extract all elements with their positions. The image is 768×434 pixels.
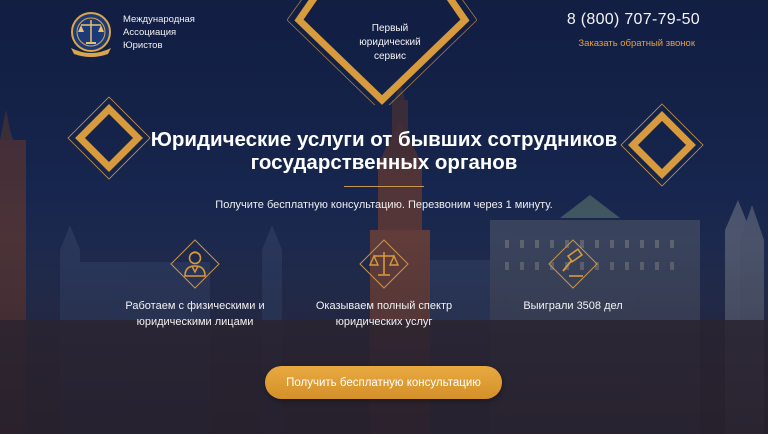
feature-label-line: юридическими лицами (136, 316, 254, 328)
free-consultation-button[interactable]: Получить бесплатную консультацию (265, 366, 502, 399)
badge-line: Первый (371, 23, 409, 34)
organization-name-line: Юристов (123, 40, 163, 51)
lawyer-icon (170, 239, 220, 289)
organization-name-line: Международная (123, 14, 195, 25)
callback-link[interactable]: Заказать обратный звонок (578, 38, 695, 49)
feature-label-line: Работаем с физическими и (125, 300, 265, 312)
phone-number[interactable]: 8 (800) 707-79-50 (567, 11, 700, 29)
feature-label: Оказываем полный спектр юридических услу… (289, 298, 479, 330)
hero-subtitle: Получите бесплатную консультацию. Перезв… (215, 199, 553, 211)
title-divider (344, 186, 424, 187)
scales-emblem-icon[interactable] (66, 10, 116, 58)
hero-title: Юридические услуги от бывших сотрудников… (120, 128, 648, 174)
gavel-icon (548, 239, 598, 289)
feature-label: Работаем с физическими и юридическими ли… (100, 298, 290, 330)
scales-icon (359, 239, 409, 289)
feature-label-line: Оказываем полный спектр (315, 300, 453, 312)
feature-label-line: Выиграли 3508 дел (523, 300, 623, 312)
feature-services: Оказываем полный спектр юридических услу… (289, 238, 479, 330)
badge-text: Первый юридический сервис (340, 22, 440, 64)
hero-title-line: государственных органов (250, 151, 518, 174)
hero-title-line: Юридические услуги от бывших сотрудников (150, 128, 618, 151)
feature-label: Выиграли 3508 дел (478, 298, 668, 314)
badge-line: сервис (373, 51, 407, 62)
feature-cases-won: Выиграли 3508 дел (478, 238, 668, 314)
organization-name: Международная Ассоциация Юристов (123, 13, 195, 52)
organization-name-line: Ассоциация (123, 27, 177, 38)
feature-clients: Работаем с физическими и юридическими ли… (100, 238, 290, 330)
feature-label-line: юридических услуг (335, 316, 433, 328)
badge-line: юридический (359, 37, 421, 48)
